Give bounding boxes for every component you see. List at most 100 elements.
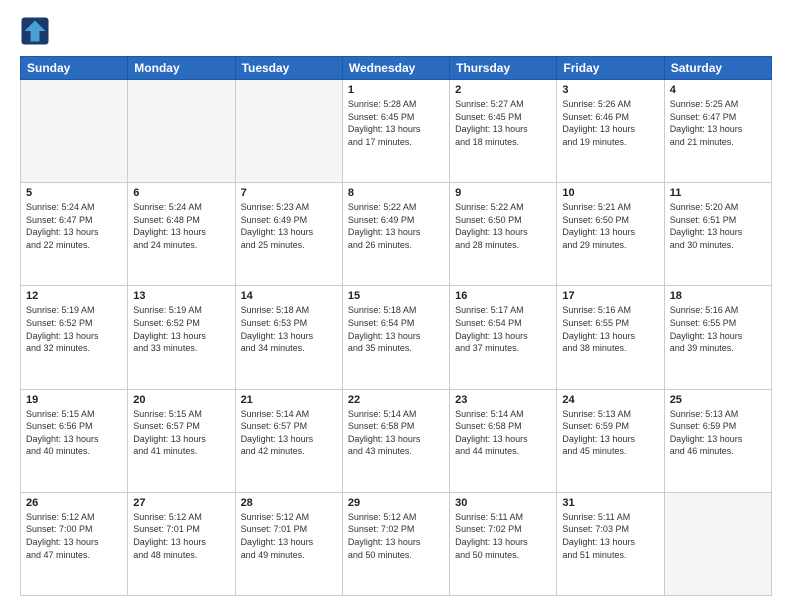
calendar-cell: 25 Sunrise: 5:13 AM Sunset: 6:59 PM Dayli… <box>664 389 771 492</box>
calendar-header-sunday: Sunday <box>21 57 128 80</box>
day-info: Sunrise: 5:14 AM Sunset: 6:58 PM Dayligh… <box>348 408 444 458</box>
day-number: 9 <box>455 187 551 199</box>
calendar-table: SundayMondayTuesdayWednesdayThursdayFrid… <box>20 56 772 596</box>
calendar-week-4: 26 Sunrise: 5:12 AM Sunset: 7:00 PM Dayli… <box>21 492 772 595</box>
day-info: Sunrise: 5:22 AM Sunset: 6:50 PM Dayligh… <box>455 201 551 251</box>
day-number: 13 <box>133 290 229 302</box>
day-info: Sunrise: 5:12 AM Sunset: 7:00 PM Dayligh… <box>26 511 122 561</box>
page: SundayMondayTuesdayWednesdayThursdayFrid… <box>0 0 792 612</box>
header <box>20 16 772 46</box>
day-number: 14 <box>241 290 337 302</box>
day-number: 18 <box>670 290 766 302</box>
day-number: 25 <box>670 394 766 406</box>
day-number: 21 <box>241 394 337 406</box>
day-info: Sunrise: 5:11 AM Sunset: 7:02 PM Dayligh… <box>455 511 551 561</box>
day-info: Sunrise: 5:15 AM Sunset: 6:56 PM Dayligh… <box>26 408 122 458</box>
day-info: Sunrise: 5:18 AM Sunset: 6:54 PM Dayligh… <box>348 304 444 354</box>
day-info: Sunrise: 5:17 AM Sunset: 6:54 PM Dayligh… <box>455 304 551 354</box>
calendar-week-2: 12 Sunrise: 5:19 AM Sunset: 6:52 PM Dayli… <box>21 286 772 389</box>
day-number: 24 <box>562 394 658 406</box>
day-info: Sunrise: 5:13 AM Sunset: 6:59 PM Dayligh… <box>562 408 658 458</box>
calendar-cell: 31 Sunrise: 5:11 AM Sunset: 7:03 PM Dayli… <box>557 492 664 595</box>
calendar-cell: 11 Sunrise: 5:20 AM Sunset: 6:51 PM Dayli… <box>664 183 771 286</box>
calendar-cell: 5Sunrise: 5:24 AM Sunset: 6:47 PM Daylig… <box>21 183 128 286</box>
calendar-cell: 18 Sunrise: 5:16 AM Sunset: 6:55 PM Dayli… <box>664 286 771 389</box>
calendar-cell: 29 Sunrise: 5:12 AM Sunset: 7:02 PM Dayli… <box>342 492 449 595</box>
calendar-cell: 4Sunrise: 5:25 AM Sunset: 6:47 PM Daylig… <box>664 80 771 183</box>
day-info: Sunrise: 5:16 AM Sunset: 6:55 PM Dayligh… <box>670 304 766 354</box>
day-info: Sunrise: 5:19 AM Sunset: 6:52 PM Dayligh… <box>26 304 122 354</box>
calendar-cell: 23 Sunrise: 5:14 AM Sunset: 6:58 PM Dayli… <box>450 389 557 492</box>
logo-icon <box>20 16 50 46</box>
day-info: Sunrise: 5:22 AM Sunset: 6:49 PM Dayligh… <box>348 201 444 251</box>
calendar-cell: 15 Sunrise: 5:18 AM Sunset: 6:54 PM Dayli… <box>342 286 449 389</box>
day-number: 10 <box>562 187 658 199</box>
calendar-header-monday: Monday <box>128 57 235 80</box>
calendar-cell: 12 Sunrise: 5:19 AM Sunset: 6:52 PM Dayli… <box>21 286 128 389</box>
day-info: Sunrise: 5:14 AM Sunset: 6:58 PM Dayligh… <box>455 408 551 458</box>
day-info: Sunrise: 5:12 AM Sunset: 7:01 PM Dayligh… <box>133 511 229 561</box>
day-info: Sunrise: 5:23 AM Sunset: 6:49 PM Dayligh… <box>241 201 337 251</box>
calendar-week-3: 19 Sunrise: 5:15 AM Sunset: 6:56 PM Dayli… <box>21 389 772 492</box>
day-number: 30 <box>455 497 551 509</box>
calendar-cell: 22 Sunrise: 5:14 AM Sunset: 6:58 PM Dayli… <box>342 389 449 492</box>
day-number: 28 <box>241 497 337 509</box>
day-info: Sunrise: 5:24 AM Sunset: 6:48 PM Dayligh… <box>133 201 229 251</box>
day-number: 1 <box>348 84 444 96</box>
calendar-cell: 3Sunrise: 5:26 AM Sunset: 6:46 PM Daylig… <box>557 80 664 183</box>
calendar-cell: 26 Sunrise: 5:12 AM Sunset: 7:00 PM Dayli… <box>21 492 128 595</box>
day-number: 29 <box>348 497 444 509</box>
calendar-cell: 21Sunrise: 5:14 AM Sunset: 6:57 PM Dayli… <box>235 389 342 492</box>
day-number: 20 <box>133 394 229 406</box>
day-number: 8 <box>348 187 444 199</box>
day-info: Sunrise: 5:13 AM Sunset: 6:59 PM Dayligh… <box>670 408 766 458</box>
day-info: Sunrise: 5:24 AM Sunset: 6:47 PM Dayligh… <box>26 201 122 251</box>
day-number: 27 <box>133 497 229 509</box>
logo <box>20 16 54 46</box>
calendar-header-thursday: Thursday <box>450 57 557 80</box>
calendar-header-row: SundayMondayTuesdayWednesdayThursdayFrid… <box>21 57 772 80</box>
day-info: Sunrise: 5:12 AM Sunset: 7:02 PM Dayligh… <box>348 511 444 561</box>
day-info: Sunrise: 5:27 AM Sunset: 6:45 PM Dayligh… <box>455 98 551 148</box>
calendar-cell: 7 Sunrise: 5:23 AM Sunset: 6:49 PM Daylig… <box>235 183 342 286</box>
calendar-cell: 1Sunrise: 5:28 AM Sunset: 6:45 PM Daylig… <box>342 80 449 183</box>
day-number: 2 <box>455 84 551 96</box>
calendar-cell <box>235 80 342 183</box>
calendar-cell: 17Sunrise: 5:16 AM Sunset: 6:55 PM Dayli… <box>557 286 664 389</box>
calendar-week-1: 5Sunrise: 5:24 AM Sunset: 6:47 PM Daylig… <box>21 183 772 286</box>
day-info: Sunrise: 5:18 AM Sunset: 6:53 PM Dayligh… <box>241 304 337 354</box>
day-number: 15 <box>348 290 444 302</box>
day-number: 22 <box>348 394 444 406</box>
calendar-cell: 30 Sunrise: 5:11 AM Sunset: 7:02 PM Dayli… <box>450 492 557 595</box>
calendar-cell: 16 Sunrise: 5:17 AM Sunset: 6:54 PM Dayli… <box>450 286 557 389</box>
calendar-cell: 20Sunrise: 5:15 AM Sunset: 6:57 PM Dayli… <box>128 389 235 492</box>
day-number: 26 <box>26 497 122 509</box>
day-info: Sunrise: 5:19 AM Sunset: 6:52 PM Dayligh… <box>133 304 229 354</box>
calendar-cell: 8 Sunrise: 5:22 AM Sunset: 6:49 PM Daylig… <box>342 183 449 286</box>
day-info: Sunrise: 5:21 AM Sunset: 6:50 PM Dayligh… <box>562 201 658 251</box>
day-number: 11 <box>670 187 766 199</box>
day-number: 16 <box>455 290 551 302</box>
day-number: 31 <box>562 497 658 509</box>
calendar-cell: 10 Sunrise: 5:21 AM Sunset: 6:50 PM Dayli… <box>557 183 664 286</box>
day-number: 4 <box>670 84 766 96</box>
calendar-cell: 13 Sunrise: 5:19 AM Sunset: 6:52 PM Dayli… <box>128 286 235 389</box>
day-info: Sunrise: 5:11 AM Sunset: 7:03 PM Dayligh… <box>562 511 658 561</box>
calendar-cell: 19 Sunrise: 5:15 AM Sunset: 6:56 PM Dayli… <box>21 389 128 492</box>
day-number: 12 <box>26 290 122 302</box>
day-number: 17 <box>562 290 658 302</box>
calendar-cell <box>664 492 771 595</box>
day-number: 23 <box>455 394 551 406</box>
day-info: Sunrise: 5:12 AM Sunset: 7:01 PM Dayligh… <box>241 511 337 561</box>
day-number: 19 <box>26 394 122 406</box>
day-number: 3 <box>562 84 658 96</box>
calendar-cell: 27 Sunrise: 5:12 AM Sunset: 7:01 PM Dayli… <box>128 492 235 595</box>
day-info: Sunrise: 5:20 AM Sunset: 6:51 PM Dayligh… <box>670 201 766 251</box>
day-number: 7 <box>241 187 337 199</box>
calendar-cell <box>128 80 235 183</box>
calendar-cell: 24 Sunrise: 5:13 AM Sunset: 6:59 PM Dayli… <box>557 389 664 492</box>
calendar-cell <box>21 80 128 183</box>
calendar-cell: 6Sunrise: 5:24 AM Sunset: 6:48 PM Daylig… <box>128 183 235 286</box>
calendar-week-0: 1Sunrise: 5:28 AM Sunset: 6:45 PM Daylig… <box>21 80 772 183</box>
calendar-header-wednesday: Wednesday <box>342 57 449 80</box>
